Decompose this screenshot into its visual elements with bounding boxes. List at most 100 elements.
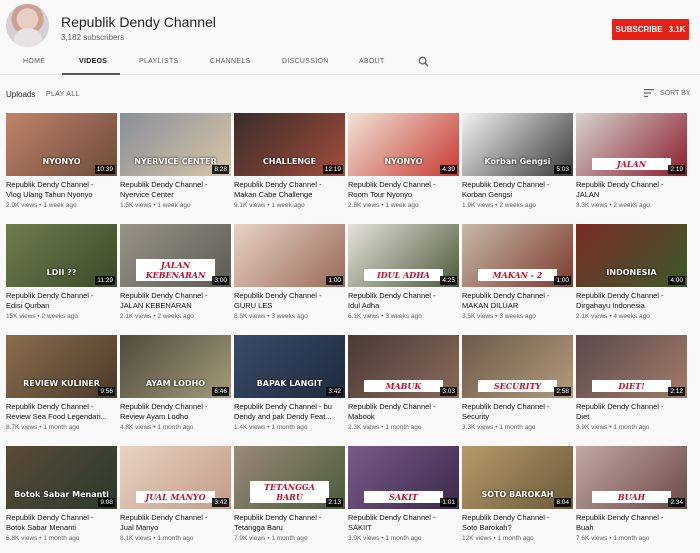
video-title[interactable]: Republik Dendy Channel - bu Dendy and pak… [234,402,345,422]
channel-avatar[interactable] [6,4,49,47]
video-thumbnail[interactable]: MABUK 3:03 [348,335,459,398]
video-thumbnail[interactable]: JALAN KEBENARAN 3:00 [120,224,231,287]
video-card[interactable]: JUAL MANYO 3:42 Republik Dendy Channel - Ju… [120,446,231,552]
video-title[interactable]: Republik Dendy Channel - Nyervice Center [120,180,231,200]
video-title[interactable]: Republik Dendy Channel - Botok Sabar Mena… [6,513,117,533]
video-thumbnail[interactable]: SAKIT 1:01 [348,446,459,509]
tab-channels[interactable]: CHANNELS [210,58,251,65]
video-card[interactable]: 1:00 Republik Dendy Channel - GURU LES 8.5K… [234,224,345,330]
video-title[interactable]: Republik Dendy Channel - Korban Gengsi [462,180,573,200]
channel-name[interactable]: Republik Dendy Channel [61,14,216,30]
video-card[interactable]: NYONYO 4:39 Republik Dendy Channel - Room T… [348,113,459,219]
video-card[interactable]: SOTO BAROKAH 8:04 Republik Dendy Channel -… [462,446,573,552]
search-icon[interactable] [418,56,429,67]
video-title[interactable]: Republik Dendy Channel - Diet [576,402,687,422]
video-card[interactable]: DIET! 2:12 Republik Dendy Channel - Diet 3.9… [576,335,687,441]
video-title[interactable]: Republik Dendy Channel - Makan Cabe Chall… [234,180,345,200]
video-thumbnail[interactable]: MAKAN - 2 1:00 [462,224,573,287]
video-card[interactable]: NYERVICE CENTER 8:28 Republik Dendy Channe… [120,113,231,219]
video-title[interactable]: Republik Dendy Channel - Soto Barokah? [462,513,573,533]
thumbnail-caption: MAKAN - 2 [478,269,557,281]
video-card[interactable]: BAPAK LANGIT 3:42 Republik Dendy Channel -… [234,335,345,441]
video-thumbnail[interactable]: REVIEW KULINER 9:56 [6,335,117,398]
video-title[interactable]: Republik Dendy Channel - Security [462,402,573,422]
video-meta: 6.1K views • 3 weeks ago [348,313,422,320]
video-title[interactable]: Republik Dendy Channel - MAKAN DILUAR [462,291,573,311]
video-thumbnail[interactable]: NYERVICE CENTER 8:28 [120,113,231,176]
video-card[interactable]: MAKAN - 2 1:00 Republik Dendy Channel - MAK… [462,224,573,330]
tab-discussion[interactable]: DISCUSSION [282,58,329,65]
video-card[interactable]: Korban Gengsi 5:03 Republik Dendy Channel … [462,113,573,219]
play-all-button[interactable]: PLAY ALL [46,91,80,98]
video-title-line: Tetangga Baru [234,523,283,532]
video-title[interactable]: Republik Dendy Channel - Buah [576,513,687,533]
video-title[interactable]: Republik Dendy Channel - Tetangga Baru [234,513,345,533]
video-thumbnail[interactable]: SECURITY 2:58 [462,335,573,398]
video-thumbnail[interactable]: CHALLENGE 12:19 [234,113,345,176]
video-title-line: Nyervice Center [120,190,174,199]
sort-by-button[interactable]: SORT BY [644,89,690,97]
video-card[interactable]: LDII ?? 11:29 Republik Dendy Channel - Edis… [6,224,117,330]
video-thumbnail[interactable]: JUAL MANYO 3:42 [120,446,231,509]
video-thumbnail[interactable]: 1:00 [234,224,345,287]
video-thumbnail[interactable]: JALAN 2:19 [576,113,687,176]
video-thumbnail[interactable]: SOTO BAROKAH 8:04 [462,446,573,509]
video-card[interactable]: JALAN 2:19 Republik Dendy Channel - JALAN 3.… [576,113,687,219]
video-thumbnail[interactable]: BAPAK LANGIT 3:42 [234,335,345,398]
video-card[interactable]: IDUL ADHA 4:25 Republik Dendy Channel - Idu… [348,224,459,330]
video-card[interactable]: AYAM LODHO 6:46 Republik Dendy Channel - Re… [120,335,231,441]
video-meta: 15K views • 2 weeks ago [6,313,79,320]
video-title[interactable]: Republik Dendy Channel - Dirgahayu Indone… [576,291,687,311]
video-card[interactable]: TETANGGA BARU 2:13 Republik Dendy Channel … [234,446,345,552]
video-meta: 1.5K views • 1 week ago [120,202,191,209]
video-title-line: Republik Dendy Channel - [6,402,94,411]
video-thumbnail[interactable]: AYAM LODHO 6:46 [120,335,231,398]
video-thumbnail[interactable]: DIET! 2:12 [576,335,687,398]
video-title[interactable]: Republik Dendy Channel - Review Sea Food … [6,402,117,422]
video-title-line: Republik Dendy Channel - [576,180,664,189]
video-title[interactable]: Republik Dendy Channel - Vlog Ulang Tahun… [6,180,117,200]
tab-about[interactable]: ABOUT [359,58,385,65]
subscribe-count: 3.1K [668,25,686,34]
video-card[interactable]: MABUK 3:03 Republik Dendy Channel - Mabook 2… [348,335,459,441]
video-thumbnail[interactable]: Korban Gengsi 5:03 [462,113,573,176]
video-title[interactable]: Republik Dendy Channel - Room Tour Nyonyo [348,180,459,200]
video-title[interactable]: Republik Dendy Channel - GURU LES [234,291,345,311]
video-title[interactable]: Republik Dendy Channel - JALAN KEBENARAN [120,291,231,311]
video-meta: 8.5K views • 3 weeks ago [234,313,308,320]
video-card[interactable]: REVIEW KULINER 9:56 Republik Dendy Channel… [6,335,117,441]
video-thumbnail[interactable]: Botok Sabar Menanti 9:08 [6,446,117,509]
video-card[interactable]: SECURITY 2:58 Republik Dendy Channel - Secu… [462,335,573,441]
video-title-line: Botok Sabar Menanti [6,523,77,532]
video-card[interactable]: Botok Sabar Menanti 9:08 Republik Dendy Ch… [6,446,117,552]
video-title[interactable]: Republik Dendy Channel - Jual Manyo [120,513,231,533]
video-meta: 6.8K views • 1 month ago [6,535,80,542]
video-thumbnail[interactable]: LDII ?? 11:29 [6,224,117,287]
video-title[interactable]: Republik Dendy Channel - Review Ayam Lodh… [120,402,231,422]
tab-videos[interactable]: VIDEOS [79,58,107,65]
thumbnail-caption: DIET! [592,380,671,392]
tab-playlists[interactable]: PLAYLISTS [139,58,179,65]
video-meta: 3.3K views • 1 month ago [462,424,536,431]
video-thumbnail[interactable]: IDUL ADHA 4:25 [348,224,459,287]
video-title[interactable]: Republik Dendy Channel - Mabook [348,402,459,422]
video-card[interactable]: CHALLENGE 12:19 Republik Dendy Channel - Ma… [234,113,345,219]
video-title[interactable]: Republik Dendy Channel - Edisi Qurban [6,291,117,311]
tab-home[interactable]: HOME [23,58,45,65]
video-title[interactable]: Republik Dendy Channel - SAKIIT [348,513,459,533]
subscribe-button[interactable]: SUBSCRIBE 3.1K [612,19,689,40]
video-thumbnail[interactable]: NYONYO 10:39 [6,113,117,176]
video-meta: 8.7K views • 1 month ago [6,424,80,431]
video-card[interactable]: NYONYO 10:39 Republik Dendy Channel - Vlog … [6,113,117,219]
video-title[interactable]: Republik Dendy Channel - Idul Adha [348,291,459,311]
video-card[interactable]: INDONESIA 4:00 Republik Dendy Channel - Dir… [576,224,687,330]
video-card[interactable]: JALAN KEBENARAN 3:00 Republik Dendy Channe… [120,224,231,330]
video-title-line: Republik Dendy Channel - [576,291,664,300]
video-thumbnail[interactable]: NYONYO 4:39 [348,113,459,176]
video-title[interactable]: Republik Dendy Channel - JALAN [576,180,687,200]
video-card[interactable]: SAKIT 1:01 Republik Dendy Channel - SAKIIT 3… [348,446,459,552]
video-thumbnail[interactable]: TETANGGA BARU 2:13 [234,446,345,509]
video-thumbnail[interactable]: INDONESIA 4:00 [576,224,687,287]
video-thumbnail[interactable]: BUAH 2:34 [576,446,687,509]
video-card[interactable]: BUAH 2:34 Republik Dendy Channel - Buah 7.6K… [576,446,687,552]
